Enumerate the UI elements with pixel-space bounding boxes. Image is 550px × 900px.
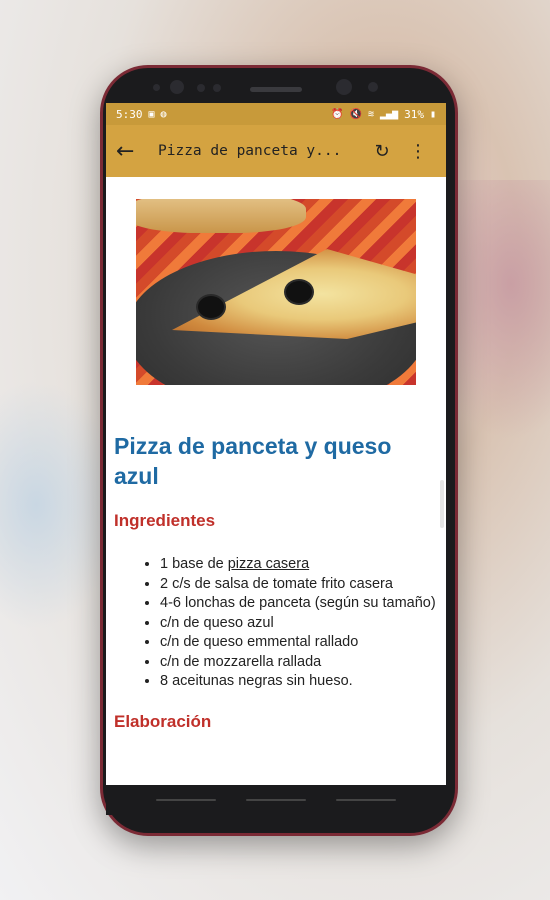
nav-home-button[interactable] — [246, 799, 306, 801]
list-item: c/n de queso emmental rallado — [160, 633, 438, 653]
status-bar: 5:30 ▣ ◍ ⏰ 🔇 ≋ ▂▄▆ 31% ▮ — [106, 103, 446, 125]
notification-icon: ◍ — [160, 108, 167, 120]
recipe-title: Pizza de panceta y queso azul — [114, 433, 392, 489]
page-title: Pizza de panceta y... — [158, 143, 342, 159]
ingredient-text: c/n de mozzarella rallada — [160, 653, 322, 670]
battery-icon: ▮ — [429, 108, 436, 120]
ingredient-text: 1 base de — [160, 556, 228, 572]
phone-speaker — [250, 87, 302, 92]
pizza-background — [136, 199, 306, 233]
battery-level: 31% — [404, 107, 424, 121]
sensor — [213, 84, 221, 92]
status-time: 5:30 — [116, 107, 143, 121]
olive — [284, 279, 314, 305]
nav-back-button[interactable] — [156, 799, 216, 801]
list-item: 8 aceitunas negras sin hueso. — [160, 672, 438, 692]
ingredients-list: 1 base de pizza casera 2 c/s de salsa de… — [114, 555, 438, 692]
arrow-left-icon[interactable]: ← — [116, 139, 152, 164]
ingredient-text: c/n de queso azul — [160, 614, 274, 631]
sensor — [197, 84, 205, 92]
image-icon: ▣ — [148, 108, 155, 120]
ingredient-text: c/n de queso emmental rallado — [160, 634, 359, 650]
olive — [196, 294, 226, 320]
recipe-image — [136, 199, 416, 385]
list-item: 4-6 lonchas de panceta (según su tamaño) — [160, 594, 438, 614]
iris-scanner — [336, 79, 352, 95]
elaboration-heading: Elaboración — [114, 711, 212, 731]
sensor — [368, 82, 378, 92]
front-camera — [170, 80, 184, 94]
ingredients-heading: Ingredientes — [114, 511, 216, 530]
ingredient-text: 4-6 lonchas de panceta (según su tamaño) — [160, 595, 436, 611]
signal-icon: ▂▄▆ — [380, 108, 399, 120]
nav-recents-button[interactable] — [336, 799, 396, 801]
list-item: 1 base de pizza casera — [160, 555, 438, 575]
edge-panel-handle[interactable] — [440, 480, 444, 528]
sensor — [153, 84, 160, 91]
list-item: c/n de mozzarella rallada — [160, 653, 438, 673]
recipe-content: Pizza de panceta y queso azul Ingredient… — [106, 177, 446, 732]
wifi-icon: ≋ — [368, 108, 375, 120]
app-bar: ← Pizza de panceta y... ↻ ⋮ — [106, 125, 446, 177]
list-item: c/n de queso azul — [160, 614, 438, 634]
list-item: 2 c/s de salsa de tomate frito casera — [160, 575, 438, 595]
ingredient-text: 2 c/s de salsa de tomate frito casera — [160, 575, 393, 592]
ingredient-link[interactable]: pizza casera — [228, 556, 309, 572]
ingredient-text: 8 aceitunas negras sin hueso. — [160, 673, 353, 689]
alarm-icon: ⏰ — [331, 108, 344, 120]
navigation-bar — [106, 785, 446, 815]
refresh-icon[interactable]: ↻ — [364, 141, 400, 162]
mute-icon: 🔇 — [349, 108, 362, 120]
more-vert-icon[interactable]: ⋮ — [400, 141, 436, 162]
app-screen: 5:30 ▣ ◍ ⏰ 🔇 ≋ ▂▄▆ 31% ▮ ← Pizza de panc… — [106, 103, 446, 785]
